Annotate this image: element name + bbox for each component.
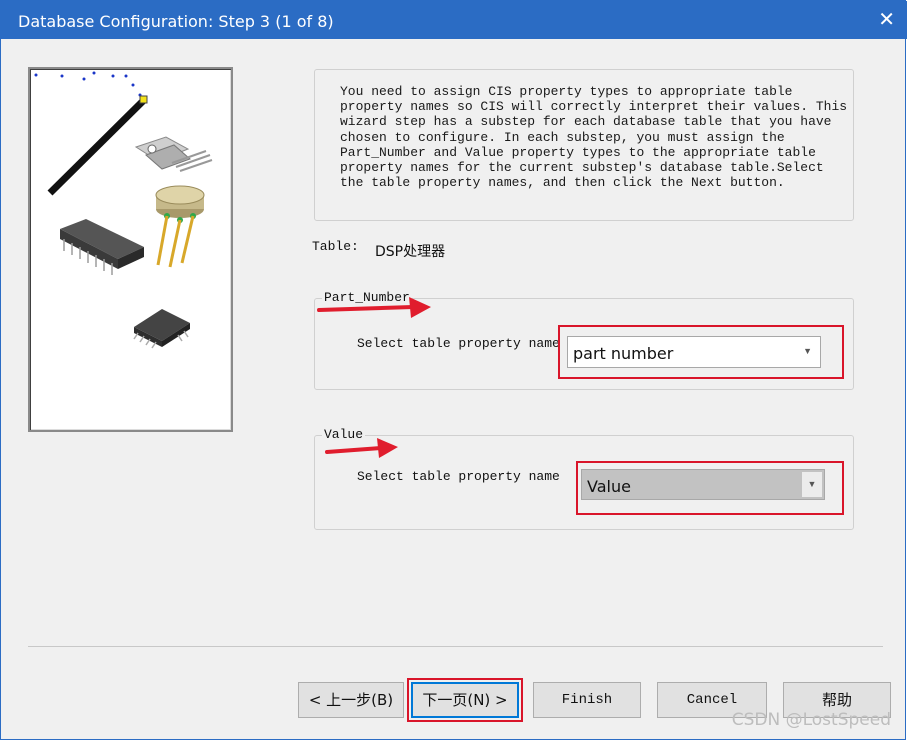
instructions-text: You need to assign CIS property types to… [340, 84, 848, 191]
part-number-prompt: Select table property name [357, 336, 560, 351]
wizard-illustration [28, 67, 233, 432]
magic-wand [47, 95, 148, 196]
instructions-panel: You need to assign CIS property types to… [314, 69, 854, 221]
dip-ic-chip [60, 219, 144, 275]
value-prompt: Select table property name [357, 469, 560, 484]
metal-can-transistor [155, 185, 205, 268]
soic-chip [133, 309, 190, 349]
highlight-box-part-number [558, 325, 844, 379]
highlight-box-value [576, 461, 844, 515]
watermark: CSDN @LostSpeed [731, 710, 891, 730]
back-button[interactable]: < 上一步(B) [298, 682, 404, 718]
table-label: Table: [312, 239, 359, 254]
sparkle-stars [34, 71, 142, 97]
part-number-group-legend: Part_Number [322, 290, 412, 305]
window-title: Database Configuration: Step 3 (1 of 8) [18, 12, 334, 31]
title-bar[interactable]: Database Configuration: Step 3 (1 of 8) … [1, 1, 907, 39]
highlight-box-next [407, 678, 523, 722]
close-icon[interactable]: ✕ [878, 7, 895, 31]
to220-transistor [134, 136, 213, 172]
finish-button[interactable]: Finish [533, 682, 641, 718]
footer-divider [28, 646, 883, 647]
table-name: DSP处理器 [375, 244, 446, 260]
value-group-legend: Value [322, 427, 366, 442]
database-configuration-dialog: Database Configuration: Step 3 (1 of 8) … [0, 0, 907, 740]
